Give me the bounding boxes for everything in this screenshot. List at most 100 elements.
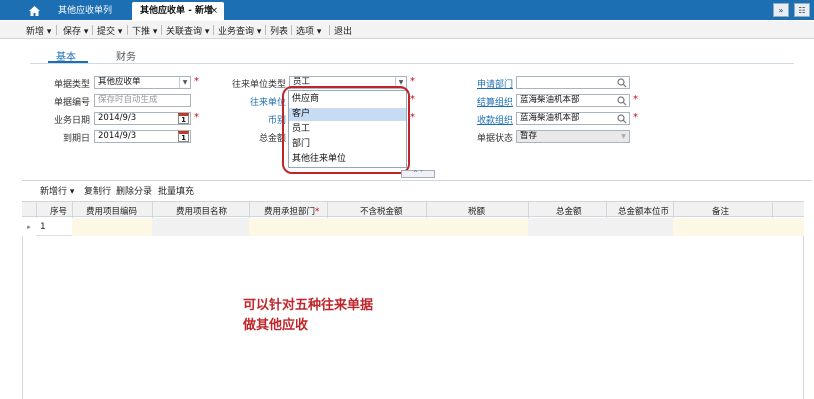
expand-icon[interactable]: »: [773, 3, 789, 17]
grid-body: [22, 218, 804, 399]
close-icon[interactable]: ×: [210, 2, 218, 20]
col-cost-dept[interactable]: 费用承担部门*: [264, 205, 319, 217]
status-label: 单据状态: [476, 134, 513, 144]
tab-other-receivable-list[interactable]: 其他应收单列表: [50, 2, 128, 34]
tab-finance[interactable]: 财务: [116, 48, 136, 63]
cell-total: [528, 218, 673, 236]
calendar-icon[interactable]: 1: [178, 131, 189, 142]
required-mark: *: [315, 207, 320, 217]
dropdown-option-employee[interactable]: 员工: [289, 123, 406, 136]
calendar-icon[interactable]: 1: [178, 113, 189, 124]
grid-menu-icon[interactable]: ☷: [794, 3, 810, 17]
save-button[interactable]: 保存 ▾: [63, 24, 88, 37]
dropdown-option-department[interactable]: 部门: [289, 138, 406, 151]
settle-org-label[interactable]: 结算组织: [460, 95, 513, 108]
collapse-toggle[interactable]: ^ ˅: [401, 170, 435, 178]
currency-label[interactable]: 币别: [222, 113, 286, 126]
required-mark: *: [194, 76, 199, 87]
contact-type-select[interactable]: 员工 ▼: [289, 76, 407, 89]
required-mark: *: [194, 112, 199, 123]
column-divider: [327, 202, 328, 218]
toolbar-divider: [329, 25, 330, 35]
total-amount-label: 总金额: [258, 134, 286, 144]
contact-label[interactable]: 往来单位: [222, 95, 286, 108]
annotation-text-line1: 可以针对五种往来单据: [243, 298, 374, 313]
related-query-button[interactable]: 关联查询 ▾: [166, 24, 209, 37]
new-button[interactable]: 新增 ▾: [26, 24, 51, 37]
dropdown-option-supplier[interactable]: 供应商: [289, 93, 406, 106]
col-cost-dept-label: 费用承担部门: [264, 207, 316, 217]
settle-org-value: 蓝海柴油机本部: [520, 95, 580, 105]
search-icon[interactable]: [617, 114, 627, 124]
cell-expense-code[interactable]: [72, 218, 152, 236]
chevron-down-icon[interactable]: ▼: [179, 77, 190, 88]
column-divider: [36, 202, 37, 218]
home-tab[interactable]: [24, 2, 44, 20]
biz-date-field[interactable]: 2014/9/3 1: [94, 112, 191, 125]
exit-button[interactable]: 退出: [334, 24, 352, 37]
col-remark[interactable]: 备注: [712, 205, 729, 217]
copy-row-button[interactable]: 复制行: [84, 184, 111, 197]
table-row[interactable]: ▸ 1: [22, 218, 804, 236]
receive-org-field[interactable]: 蓝海柴油机本部: [516, 112, 630, 125]
list-button[interactable]: 列表: [270, 24, 288, 37]
grid-header: 序号 费用项目编码 费用项目名称 费用承担部门* 不含税金额 税额 总金额 总金…: [22, 201, 804, 218]
contact-type-label: 往来单位类型: [231, 80, 286, 90]
tab-other-receivable-new[interactable]: 其他应收单 - 新增 ×: [132, 2, 224, 20]
column-divider: [72, 202, 73, 218]
due-date-field[interactable]: 2014/9/3 1: [94, 130, 191, 143]
dropdown-option-customer[interactable]: 客户: [289, 108, 406, 121]
required-mark: *: [410, 112, 415, 123]
col-tax[interactable]: 税额: [468, 205, 485, 217]
status-select: 暂存 ▼: [516, 130, 630, 143]
receive-org-label[interactable]: 收款组织: [460, 113, 513, 126]
column-divider: [152, 202, 153, 218]
col-seq[interactable]: 序号: [50, 205, 67, 217]
toolbar-divider: [56, 25, 57, 35]
apply-dept-label[interactable]: 申请部门: [460, 77, 513, 90]
chevron-down-icon[interactable]: ▼: [395, 77, 406, 88]
doc-type-label: 单据类型: [53, 80, 90, 90]
main-toolbar: 新增 ▾ 保存 ▾ 提交 ▾ 下推 ▾ 关联查询 ▾ 业务查询 ▾ 列表 选项 …: [0, 21, 814, 39]
status-value: 暂存: [520, 131, 538, 141]
delete-entry-button[interactable]: 删除分录: [116, 184, 152, 197]
col-amount-ex-tax[interactable]: 不含税金额: [360, 205, 403, 217]
required-mark: *: [633, 94, 638, 105]
contact-type-dropdown: 供应商 客户 员工 部门 其他往来单位: [288, 90, 407, 168]
cell-remark[interactable]: [673, 218, 804, 236]
push-down-button[interactable]: 下推 ▾: [132, 24, 157, 37]
options-button[interactable]: 选项 ▾: [296, 24, 321, 37]
col-expense-code[interactable]: 费用项目编码: [86, 205, 137, 217]
toolbar-divider: [127, 25, 128, 35]
doc-type-value: 其他应收单: [98, 77, 141, 87]
row-pointer-icon: ▸: [22, 218, 36, 236]
cell-cost-dept-amount-tax[interactable]: [249, 218, 528, 236]
search-icon[interactable]: [617, 78, 627, 88]
batch-fill-button[interactable]: 批量填充: [158, 184, 194, 197]
column-divider: [606, 202, 607, 218]
apply-dept-field[interactable]: [516, 76, 630, 89]
row-seq: 1: [40, 222, 46, 232]
settle-org-field[interactable]: 蓝海柴油机本部: [516, 94, 630, 107]
toolbar-divider: [265, 25, 266, 35]
receive-org-value: 蓝海柴油机本部: [520, 113, 580, 123]
cell-expense-name: [152, 218, 249, 236]
col-expense-name[interactable]: 费用项目名称: [176, 205, 227, 217]
add-row-button[interactable]: 新增行 ▾: [40, 184, 74, 197]
biz-date-label: 业务日期: [53, 116, 90, 126]
col-total[interactable]: 总金额: [556, 205, 582, 217]
doc-type-select[interactable]: 其他应收单 ▼: [94, 76, 191, 89]
toolbar-divider: [161, 25, 162, 35]
subtab-divider: [30, 63, 794, 64]
doc-no-field[interactable]: 保存时自动生成: [94, 94, 191, 107]
toolbar-divider: [92, 25, 93, 35]
home-icon: [28, 6, 40, 16]
business-query-button[interactable]: 业务查询 ▾: [218, 24, 261, 37]
search-icon[interactable]: [617, 96, 627, 106]
dropdown-option-other[interactable]: 其他往来单位: [289, 153, 406, 166]
required-mark: *: [410, 76, 415, 87]
submit-button[interactable]: 提交 ▾: [97, 24, 122, 37]
col-total-base[interactable]: 总金额本位币: [618, 205, 669, 217]
doc-no-placeholder: 保存时自动生成: [98, 95, 158, 105]
column-divider: [673, 202, 674, 218]
